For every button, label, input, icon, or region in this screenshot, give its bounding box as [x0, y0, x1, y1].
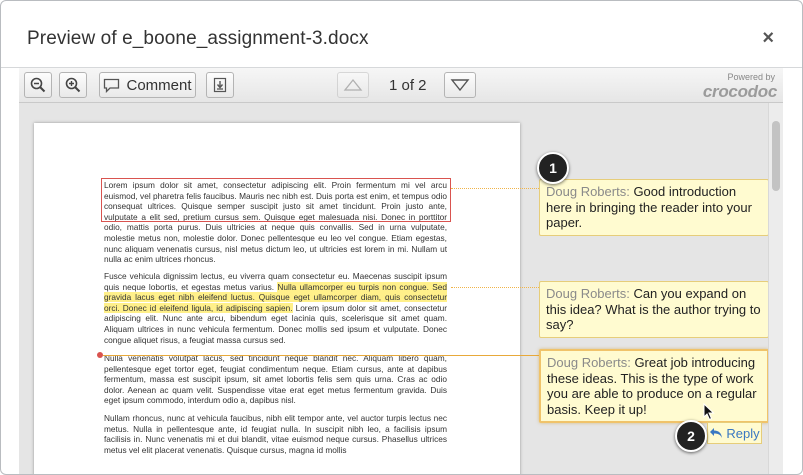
- comment-connector-2: [451, 287, 539, 288]
- scrollbar-thumb[interactable]: [772, 121, 780, 191]
- vertical-scrollbar[interactable]: [768, 103, 783, 474]
- dialog-title: Preview of e_boone_assignment-3.docx: [27, 28, 369, 49]
- powered-by-label: Powered by: [727, 72, 775, 82]
- dialog-header: Preview of e_boone_assignment-3.docx ×: [1, 1, 802, 68]
- comment-label: Comment: [126, 76, 192, 94]
- step-badge-1: 1: [537, 152, 569, 184]
- download-icon: [213, 77, 227, 93]
- previous-page-button[interactable]: [337, 72, 369, 98]
- page-indicator: 1 of 2: [389, 77, 427, 94]
- comment-connector-3: [103, 355, 539, 356]
- next-page-button[interactable]: [444, 72, 476, 98]
- zoom-out-button[interactable]: [24, 72, 52, 98]
- comment-connector-1: [451, 188, 539, 189]
- triangle-down-icon: [450, 79, 470, 92]
- preview-dialog: Preview of e_boone_assignment-3.docx × C…: [0, 0, 803, 475]
- triangle-up-icon: [343, 78, 363, 91]
- step-badge-2: 2: [675, 420, 707, 452]
- comment-icon: [104, 78, 120, 93]
- document-viewer: Lorem ipsum dolor sit amet, consectetur …: [19, 103, 783, 474]
- viewer-toolbar: Comment 1 of 2 Powered by crocodoc: [19, 68, 783, 103]
- download-button[interactable]: [206, 72, 234, 98]
- zoom-in-button[interactable]: [59, 72, 87, 98]
- reply-icon: [710, 428, 723, 438]
- comment-box-highlight[interactable]: [101, 178, 451, 222]
- zoom-out-icon: [30, 77, 46, 93]
- zoom-in-icon: [65, 77, 81, 93]
- crocodoc-logo: Powered by crocodoc: [703, 72, 777, 102]
- paragraph-3: Nulla venenatis volutpat lacus, sed tinc…: [104, 353, 447, 406]
- mouse-cursor-icon: [703, 403, 715, 421]
- comment-author: Doug Roberts:: [546, 184, 630, 199]
- brand-name: crocodoc: [702, 82, 777, 101]
- comment-author: Doug Roberts:: [546, 286, 630, 301]
- comment-2[interactable]: Doug Roberts: Can you expand on this ide…: [539, 281, 769, 338]
- comment-button[interactable]: Comment: [99, 72, 196, 98]
- comment-author: Doug Roberts:: [547, 355, 631, 370]
- paragraph-3-text: Nulla venenatis volutpat lacus, sed tinc…: [104, 353, 447, 406]
- comment-3[interactable]: Doug Roberts: Great job introducing thes…: [539, 349, 769, 423]
- paragraph-4: Nullam rhoncus, nunc at vehicula faucibu…: [104, 413, 447, 455]
- reply-button[interactable]: Reply: [707, 422, 762, 444]
- document-page: Lorem ipsum dolor sit amet, consectetur …: [34, 123, 520, 474]
- comment-1[interactable]: Doug Roberts: Good introduction here in …: [539, 179, 769, 236]
- close-icon[interactable]: ×: [762, 27, 774, 50]
- paragraph-4-text: Nullam rhoncus, nunc at vehicula faucibu…: [104, 413, 447, 455]
- paragraph-2: Fusce vehicula dignissim lectus, eu vive…: [104, 271, 447, 345]
- reply-label: Reply: [726, 425, 760, 441]
